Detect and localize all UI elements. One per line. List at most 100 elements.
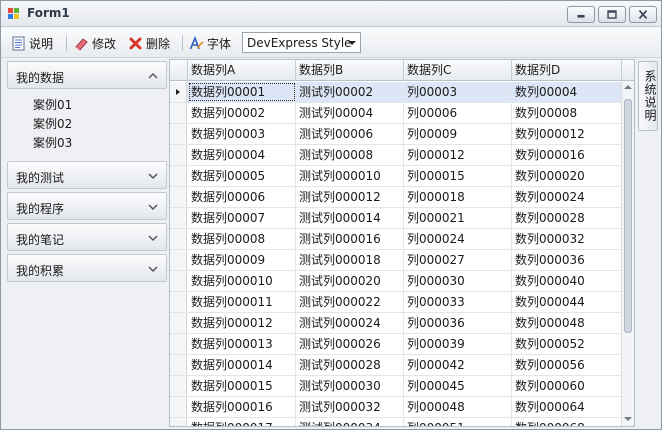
row-indicator[interactable] bbox=[170, 418, 187, 426]
close-button[interactable] bbox=[629, 6, 657, 23]
title-bar[interactable]: Form1 bbox=[1, 1, 661, 27]
grid-cell[interactable]: 测试列000026 bbox=[296, 334, 404, 354]
grid-cell[interactable]: 数据列00007 bbox=[188, 208, 296, 228]
grid-cell[interactable]: 数据列00004 bbox=[188, 145, 296, 165]
grid-cell[interactable]: 测试列000024 bbox=[296, 313, 404, 333]
grid-cell[interactable]: 数据列00001 bbox=[188, 82, 296, 102]
grid-cell[interactable]: 数列000016 bbox=[512, 145, 622, 165]
grid-cell[interactable]: 测试列000018 bbox=[296, 250, 404, 270]
grid-cell[interactable]: 测试列000028 bbox=[296, 355, 404, 375]
dock-tab-system-notes[interactable]: 系统说明 bbox=[638, 61, 658, 131]
grid-cell[interactable]: 数列000020 bbox=[512, 166, 622, 186]
column-header-b[interactable]: 数据列B bbox=[296, 60, 404, 81]
toolbar-button-explain[interactable]: 说明 bbox=[11, 34, 53, 52]
grid-cell[interactable]: 测试列00004 bbox=[296, 103, 404, 123]
column-header-c[interactable]: 数据列C bbox=[404, 60, 512, 81]
grid-cell[interactable]: 测试列000014 bbox=[296, 208, 404, 228]
row-indicator[interactable] bbox=[170, 250, 187, 270]
grid-cell[interactable]: 测试列000034 bbox=[296, 418, 404, 426]
row-indicator[interactable] bbox=[170, 292, 187, 312]
vertical-scrollbar[interactable] bbox=[621, 81, 634, 426]
grid-cell[interactable]: 数列000028 bbox=[512, 208, 622, 228]
row-indicator[interactable] bbox=[170, 313, 187, 333]
scroll-down-icon[interactable] bbox=[624, 417, 632, 421]
row-indicator[interactable] bbox=[170, 397, 187, 417]
grid-cell[interactable]: 数列000012 bbox=[512, 124, 622, 144]
grid-cell[interactable]: 列000033 bbox=[404, 292, 512, 312]
row-indicator[interactable] bbox=[170, 334, 187, 354]
nav-group-my-notes[interactable]: 我的笔记 bbox=[7, 223, 167, 251]
table-row[interactable]: 数据列00001 测试列00002 列00003 数列00004 bbox=[170, 82, 622, 103]
grid-cell[interactable]: 列00003 bbox=[404, 82, 512, 102]
table-row[interactable]: 数据列00005 测试列000010 列000015 数列000020 bbox=[170, 166, 622, 187]
nav-group-my-tests[interactable]: 我的测试 bbox=[7, 161, 167, 189]
grid-cell[interactable]: 列000027 bbox=[404, 250, 512, 270]
table-row[interactable]: 数据列000017测试列000034列000051数列000068 bbox=[170, 418, 622, 426]
grid-cell[interactable]: 测试列000010 bbox=[296, 166, 404, 186]
nav-group-my-data[interactable]: 我的数据 bbox=[7, 61, 167, 89]
grid-cell[interactable]: 数据列000010 bbox=[188, 271, 296, 291]
table-row[interactable]: 数据列000014 测试列000028 列000042 数列000056 bbox=[170, 355, 622, 376]
row-indicator[interactable] bbox=[170, 376, 187, 396]
grid-cell[interactable]: 数据列00003 bbox=[188, 124, 296, 144]
grid-cell[interactable]: 列000018 bbox=[404, 187, 512, 207]
grid-cell[interactable]: 数列000024 bbox=[512, 187, 622, 207]
column-header-a[interactable]: 数据列A bbox=[188, 60, 296, 81]
table-row[interactable]: 数据列000010 测试列000020 列000030 数列000040 bbox=[170, 271, 622, 292]
grid-cell[interactable]: 测试列00006 bbox=[296, 124, 404, 144]
grid-cell[interactable]: 数列000036 bbox=[512, 250, 622, 270]
table-row[interactable]: 数据列000015 测试列000030 列000045 数列000060 bbox=[170, 376, 622, 397]
grid-cell[interactable]: 数据列000011 bbox=[188, 292, 296, 312]
grid-cell[interactable]: 数据列000016 bbox=[188, 397, 296, 417]
table-row[interactable]: 数据列000016 测试列000032 列000048 数列000064 bbox=[170, 397, 622, 418]
grid-cell[interactable]: 列000048 bbox=[404, 397, 512, 417]
grid-cell[interactable]: 数据列000017 bbox=[188, 418, 296, 426]
grid-cell[interactable]: 数据列00002 bbox=[188, 103, 296, 123]
grid-cell[interactable]: 列000036 bbox=[404, 313, 512, 333]
maximize-button[interactable] bbox=[598, 6, 626, 23]
grid-cell[interactable]: 列000051 bbox=[404, 418, 512, 426]
nav-group-my-programs[interactable]: 我的程序 bbox=[7, 192, 167, 220]
grid-cell[interactable]: 数据列000015 bbox=[188, 376, 296, 396]
row-indicator[interactable] bbox=[170, 82, 187, 102]
grid-cell[interactable]: 测试列000022 bbox=[296, 292, 404, 312]
toolbar-button-edit[interactable]: 修改 bbox=[74, 34, 116, 52]
grid-cell[interactable]: 数列00008 bbox=[512, 103, 622, 123]
table-row[interactable]: 数据列00002 测试列00004 列00006 数列00008 bbox=[170, 103, 622, 124]
grid-cell[interactable]: 数据列000014 bbox=[188, 355, 296, 375]
row-indicator[interactable] bbox=[170, 208, 187, 228]
table-row[interactable]: 数据列00006 测试列000012 列000018 数列000024 bbox=[170, 187, 622, 208]
style-combo[interactable]: DevExpress Style bbox=[242, 32, 361, 53]
row-indicator[interactable] bbox=[170, 187, 187, 207]
grid-cell[interactable]: 数列000044 bbox=[512, 292, 622, 312]
nav-group-my-accumulation[interactable]: 我的积累 bbox=[7, 254, 167, 282]
grid-cell[interactable]: 数列000032 bbox=[512, 229, 622, 249]
row-indicator[interactable] bbox=[170, 103, 187, 123]
table-row[interactable]: 数据列00004 测试列00008 列000012 数列000016 bbox=[170, 145, 622, 166]
grid-cell[interactable]: 列000039 bbox=[404, 334, 512, 354]
grid-cell[interactable]: 测试列000032 bbox=[296, 397, 404, 417]
data-grid[interactable]: 数据列A 数据列B 数据列C 数据列D 数据列00001 测试列00002 列000… bbox=[169, 59, 635, 427]
grid-cell[interactable]: 数据列00005 bbox=[188, 166, 296, 186]
nav-item-case03[interactable]: 案例03 bbox=[33, 134, 72, 151]
grid-cell[interactable]: 数列000060 bbox=[512, 376, 622, 396]
column-header-d[interactable]: 数据列D bbox=[512, 60, 622, 81]
grid-cell[interactable]: 列000021 bbox=[404, 208, 512, 228]
row-indicator[interactable] bbox=[170, 229, 187, 249]
grid-cell[interactable]: 列000024 bbox=[404, 229, 512, 249]
grid-cell[interactable]: 数列000064 bbox=[512, 397, 622, 417]
grid-cell[interactable]: 测试列00002 bbox=[296, 82, 404, 102]
row-indicator[interactable] bbox=[170, 124, 187, 144]
toolbar-button-font[interactable]: 字体 bbox=[189, 34, 231, 52]
row-indicator[interactable] bbox=[170, 145, 187, 165]
grid-cell[interactable]: 测试列000016 bbox=[296, 229, 404, 249]
grid-cell[interactable]: 数列000048 bbox=[512, 313, 622, 333]
table-row[interactable]: 数据列000011 测试列000022 列000033 数列000044 bbox=[170, 292, 622, 313]
grid-cell[interactable]: 数列000052 bbox=[512, 334, 622, 354]
grid-cell[interactable]: 数据列00009 bbox=[188, 250, 296, 270]
grid-cell[interactable]: 列000045 bbox=[404, 376, 512, 396]
table-row[interactable]: 数据列00003 测试列00006 列00009 数列000012 bbox=[170, 124, 622, 145]
grid-cell[interactable]: 列000015 bbox=[404, 166, 512, 186]
scroll-thumb[interactable] bbox=[624, 99, 632, 333]
nav-item-case02[interactable]: 案例02 bbox=[33, 115, 72, 132]
